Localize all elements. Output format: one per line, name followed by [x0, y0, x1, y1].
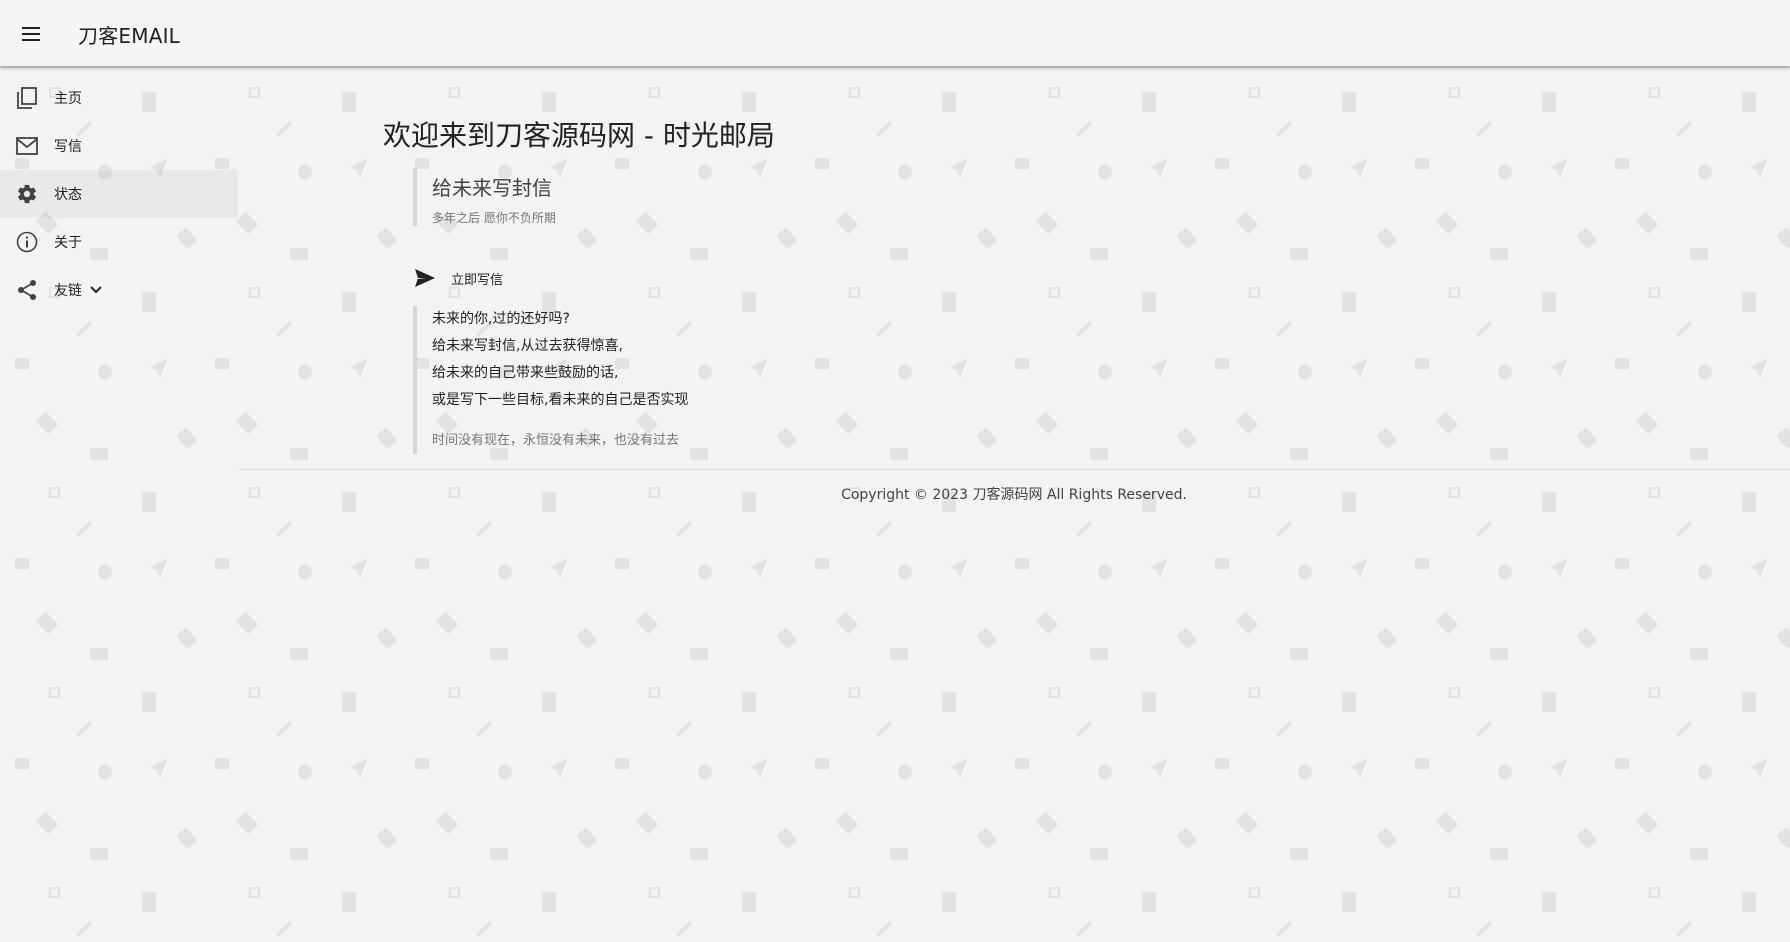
intro-blockquote: 给未来写封信 多年之后 愿你不负所期: [413, 168, 556, 226]
share-icon: [15, 278, 39, 302]
write-now-label: 立即写信: [451, 272, 504, 288]
sidebar-item-label: 友链: [54, 283, 82, 299]
pages-icon: [15, 86, 39, 110]
sidebar-item-write[interactable]: 写信: [0, 122, 238, 170]
app-bar: 刀客EMAIL: [0, 0, 1790, 66]
intro-heading: 给未来写封信: [432, 176, 552, 200]
chevron-down-icon[interactable]: [88, 282, 104, 298]
background-pattern: [0, 0, 1790, 942]
hamburger-menu-icon: [22, 27, 40, 41]
sidebar-item-links[interactable]: 友链: [0, 266, 238, 314]
sidebar: 主页 写信 状态 关于 友链: [0, 74, 238, 314]
poem-line: 给未来写封信,从过去获得惊喜,: [432, 338, 623, 354]
sidebar-item-label: 主页: [54, 91, 82, 107]
app-title[interactable]: 刀客EMAIL: [78, 20, 180, 49]
sidebar-item-about[interactable]: 关于: [0, 218, 238, 266]
footer-divider: [238, 469, 1790, 470]
sidebar-item-label: 状态: [54, 187, 82, 203]
copyright-text: Copyright © 2023 刀客源码网 All Rights Reserv…: [841, 487, 1187, 503]
info-icon: [15, 230, 39, 254]
mail-icon: [15, 134, 39, 158]
sidebar-item-status[interactable]: 状态: [0, 170, 238, 218]
sidebar-item-label: 写信: [54, 139, 82, 155]
poem-blockquote: 未来的你,过的还好吗? 给未来写封信,从过去获得惊喜, 给未来的自己带来些鼓励的…: [413, 306, 688, 454]
poem-footer: 时间没有现在，永恒没有未来，也没有过去: [432, 433, 680, 448]
poem-line: 给未来的自己带来些鼓励的话,: [432, 365, 619, 381]
sidebar-item-home[interactable]: 主页: [0, 74, 238, 122]
intro-subheading: 多年之后 愿你不负所期: [432, 211, 556, 225]
poem-line: 或是写下一些目标,看未来的自己是否实现: [432, 392, 689, 408]
poem-line: 未来的你,过的还好吗?: [432, 311, 570, 327]
menu-button[interactable]: [17, 20, 45, 48]
send-icon: [413, 266, 437, 290]
page-title: 欢迎来到刀客源码网 - 时光邮局: [383, 119, 775, 152]
write-now-button[interactable]: 立即写信: [413, 263, 503, 293]
gear-icon: [15, 182, 39, 206]
sidebar-item-label: 关于: [54, 235, 82, 251]
